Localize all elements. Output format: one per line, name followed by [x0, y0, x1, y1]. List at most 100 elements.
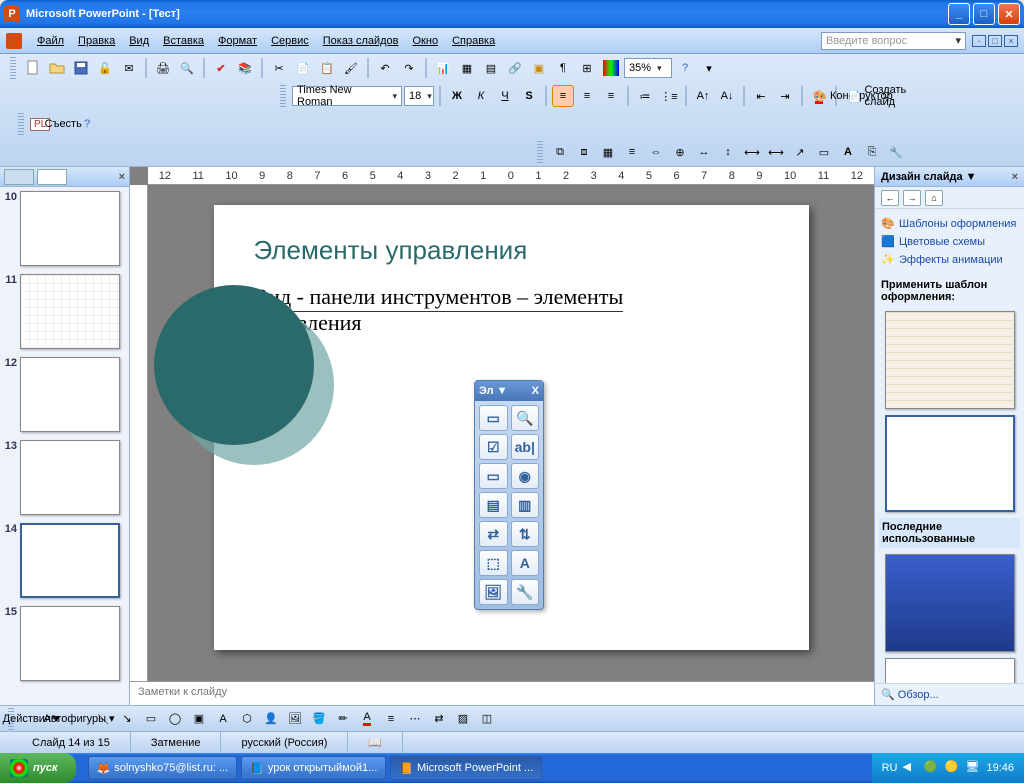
research-icon[interactable]: 📚 [234, 57, 256, 79]
rectangle-icon[interactable]: ▭ [140, 708, 162, 730]
menu-tools[interactable]: Сервис [264, 32, 316, 50]
ctrl-align-icon[interactable]: ≡ [621, 141, 643, 163]
template-thumb-selected[interactable] [885, 415, 1015, 513]
slide-body-line1[interactable]: Вид - панели инструментов – элементы [254, 284, 624, 312]
tray-icon[interactable]: 🟡 [944, 760, 960, 776]
textbox-icon[interactable]: ▣ [188, 708, 210, 730]
toolbar-handle[interactable] [537, 141, 543, 163]
menu-file[interactable]: Файл [30, 32, 71, 50]
ctrl-grid-icon[interactable]: ▦ [597, 141, 619, 163]
link-templates[interactable]: 🎨Шаблоны оформления [881, 215, 1018, 233]
close-panel-icon[interactable]: × [119, 171, 125, 183]
taskbar-item-active[interactable]: 📙 Microsoft PowerPoint ... [390, 756, 542, 780]
promt-action[interactable]: Съесть [52, 113, 74, 135]
slide-thumb[interactable] [20, 357, 120, 432]
ctrl-height-icon[interactable]: ⟷ [765, 141, 787, 163]
oval-icon[interactable]: ◯ [164, 708, 186, 730]
clipart-icon[interactable]: 👤 [260, 708, 282, 730]
promt-help-icon[interactable]: ? [76, 113, 98, 135]
menu-slideshow[interactable]: Показ слайдов [316, 32, 406, 50]
menu-window[interactable]: Окно [406, 32, 446, 50]
line-icon[interactable]: ＼ [92, 708, 114, 730]
diagram-icon[interactable]: ⬡ [236, 708, 258, 730]
ctrl-arrow-icon[interactable]: ↗ [789, 141, 811, 163]
slide-thumb[interactable] [20, 191, 120, 266]
bold-icon[interactable]: Ж [446, 85, 468, 107]
italic-icon[interactable]: К [470, 85, 492, 107]
wordart-icon[interactable]: A [212, 708, 234, 730]
close-button[interactable]: ✕ [998, 3, 1020, 25]
slide-thumb[interactable] [20, 523, 120, 598]
expand-icon[interactable]: ▣ [528, 57, 550, 79]
underline-icon[interactable]: Ч [494, 85, 516, 107]
ctrl-vspace-icon[interactable]: ↕ [717, 141, 739, 163]
ctrl-button-icon[interactable]: ▭ [479, 463, 508, 489]
ctrl-option-icon[interactable]: ◉ [511, 463, 540, 489]
ctrl-order-icon[interactable]: ▭ [813, 141, 835, 163]
ctrl-ungroup-icon[interactable]: ⧈ [573, 141, 595, 163]
picture-icon[interactable]: 🖼 [284, 708, 306, 730]
slide-thumb[interactable] [20, 274, 120, 349]
align-right-icon[interactable]: ≡ [600, 85, 622, 107]
toolbar-handle[interactable] [10, 57, 16, 79]
ctrl-label-icon[interactable]: A [511, 550, 540, 576]
table-icon[interactable]: ▦ [456, 57, 478, 79]
notes-pane[interactable]: Заметки к слайду [130, 681, 874, 705]
increase-indent-icon[interactable]: ⇥ [774, 85, 796, 107]
menu-insert[interactable]: Вставка [156, 32, 211, 50]
task-pane-dropdown-icon[interactable]: ▼ [966, 171, 977, 183]
slides-tab[interactable] [4, 169, 34, 185]
ctrl-properties-icon[interactable]: 🔍 [511, 405, 540, 431]
new-slide-button[interactable]: 📄Создать слайд [866, 85, 888, 107]
task-pane-close-icon[interactable]: × [1012, 171, 1018, 183]
maximize-button[interactable]: □ [973, 3, 995, 25]
ctrl-center-icon[interactable]: ⊕ [669, 141, 691, 163]
slide-title[interactable]: Элементы управления [254, 235, 769, 266]
draw-actions[interactable]: Действия ▾ [20, 708, 42, 730]
3d-icon[interactable]: ◫ [476, 708, 498, 730]
menu-edit[interactable]: Правка [71, 32, 122, 50]
ctrl-checkbox-icon[interactable]: ☑ [479, 434, 508, 460]
ctrl-more-icon[interactable]: 🔧 [511, 579, 540, 605]
line-style-icon[interactable]: ≡ [380, 708, 402, 730]
ctrl-same-icon[interactable]: ⇔ [645, 141, 667, 163]
tray-lang[interactable]: RU [882, 762, 898, 774]
ctrl-props-icon[interactable]: 🔧 [885, 141, 907, 163]
ctrl-image-icon[interactable]: 🖼 [479, 579, 508, 605]
template-thumb[interactable] [885, 311, 1015, 409]
align-center-icon[interactable]: ≡ [576, 85, 598, 107]
link-animation[interactable]: ✨Эффекты анимации [881, 251, 1018, 269]
ctrl-textbox-icon[interactable]: ab| [511, 434, 540, 460]
ctrl-combobox-icon[interactable]: ▥ [511, 492, 540, 518]
float-close-icon[interactable]: X [532, 385, 539, 397]
show-format-icon[interactable]: ¶ [552, 57, 574, 79]
ctrl-listbox-icon[interactable]: ▤ [479, 492, 508, 518]
minimize-button[interactable]: _ [948, 3, 970, 25]
shadow-icon[interactable]: S [518, 85, 540, 107]
ctrl-select-icon[interactable]: ▭ [479, 405, 508, 431]
nav-back-icon[interactable]: ← [881, 190, 899, 206]
undo-icon[interactable]: ↶ [374, 57, 396, 79]
tray-icon[interactable]: ◀ [902, 760, 918, 776]
slide-thumb[interactable] [20, 440, 120, 515]
email-icon[interactable]: ✉ [118, 57, 140, 79]
open-icon[interactable] [46, 57, 68, 79]
nav-home-icon[interactable]: ⌂ [925, 190, 943, 206]
menu-help[interactable]: Справка [445, 32, 502, 50]
ask-question-box[interactable]: Введите вопрос [821, 32, 966, 50]
shadow-icon[interactable]: ▨ [452, 708, 474, 730]
preview-icon[interactable]: 🔍 [176, 57, 198, 79]
permission-icon[interactable]: 🔓 [94, 57, 116, 79]
decrease-indent-icon[interactable]: ⇤ [750, 85, 772, 107]
ctrl-scroll-icon[interactable]: ⬚ [479, 550, 508, 576]
align-left-icon[interactable]: ≡ [552, 85, 574, 107]
tables-borders-icon[interactable]: ▤ [480, 57, 502, 79]
outline-tab[interactable] [37, 169, 67, 185]
zoom-selector[interactable]: 35% [624, 58, 672, 78]
taskbar-item[interactable]: 🦊 solnyshko75@list.ru: ... [88, 756, 238, 780]
line-color-icon[interactable]: ✏ [332, 708, 354, 730]
ctrl-toggle-icon[interactable]: ⇄ [479, 521, 508, 547]
ctrl-text-icon[interactable]: A [837, 141, 859, 163]
arrow-style-icon[interactable]: ⇄ [428, 708, 450, 730]
increase-font-icon[interactable]: A↑ [692, 85, 714, 107]
